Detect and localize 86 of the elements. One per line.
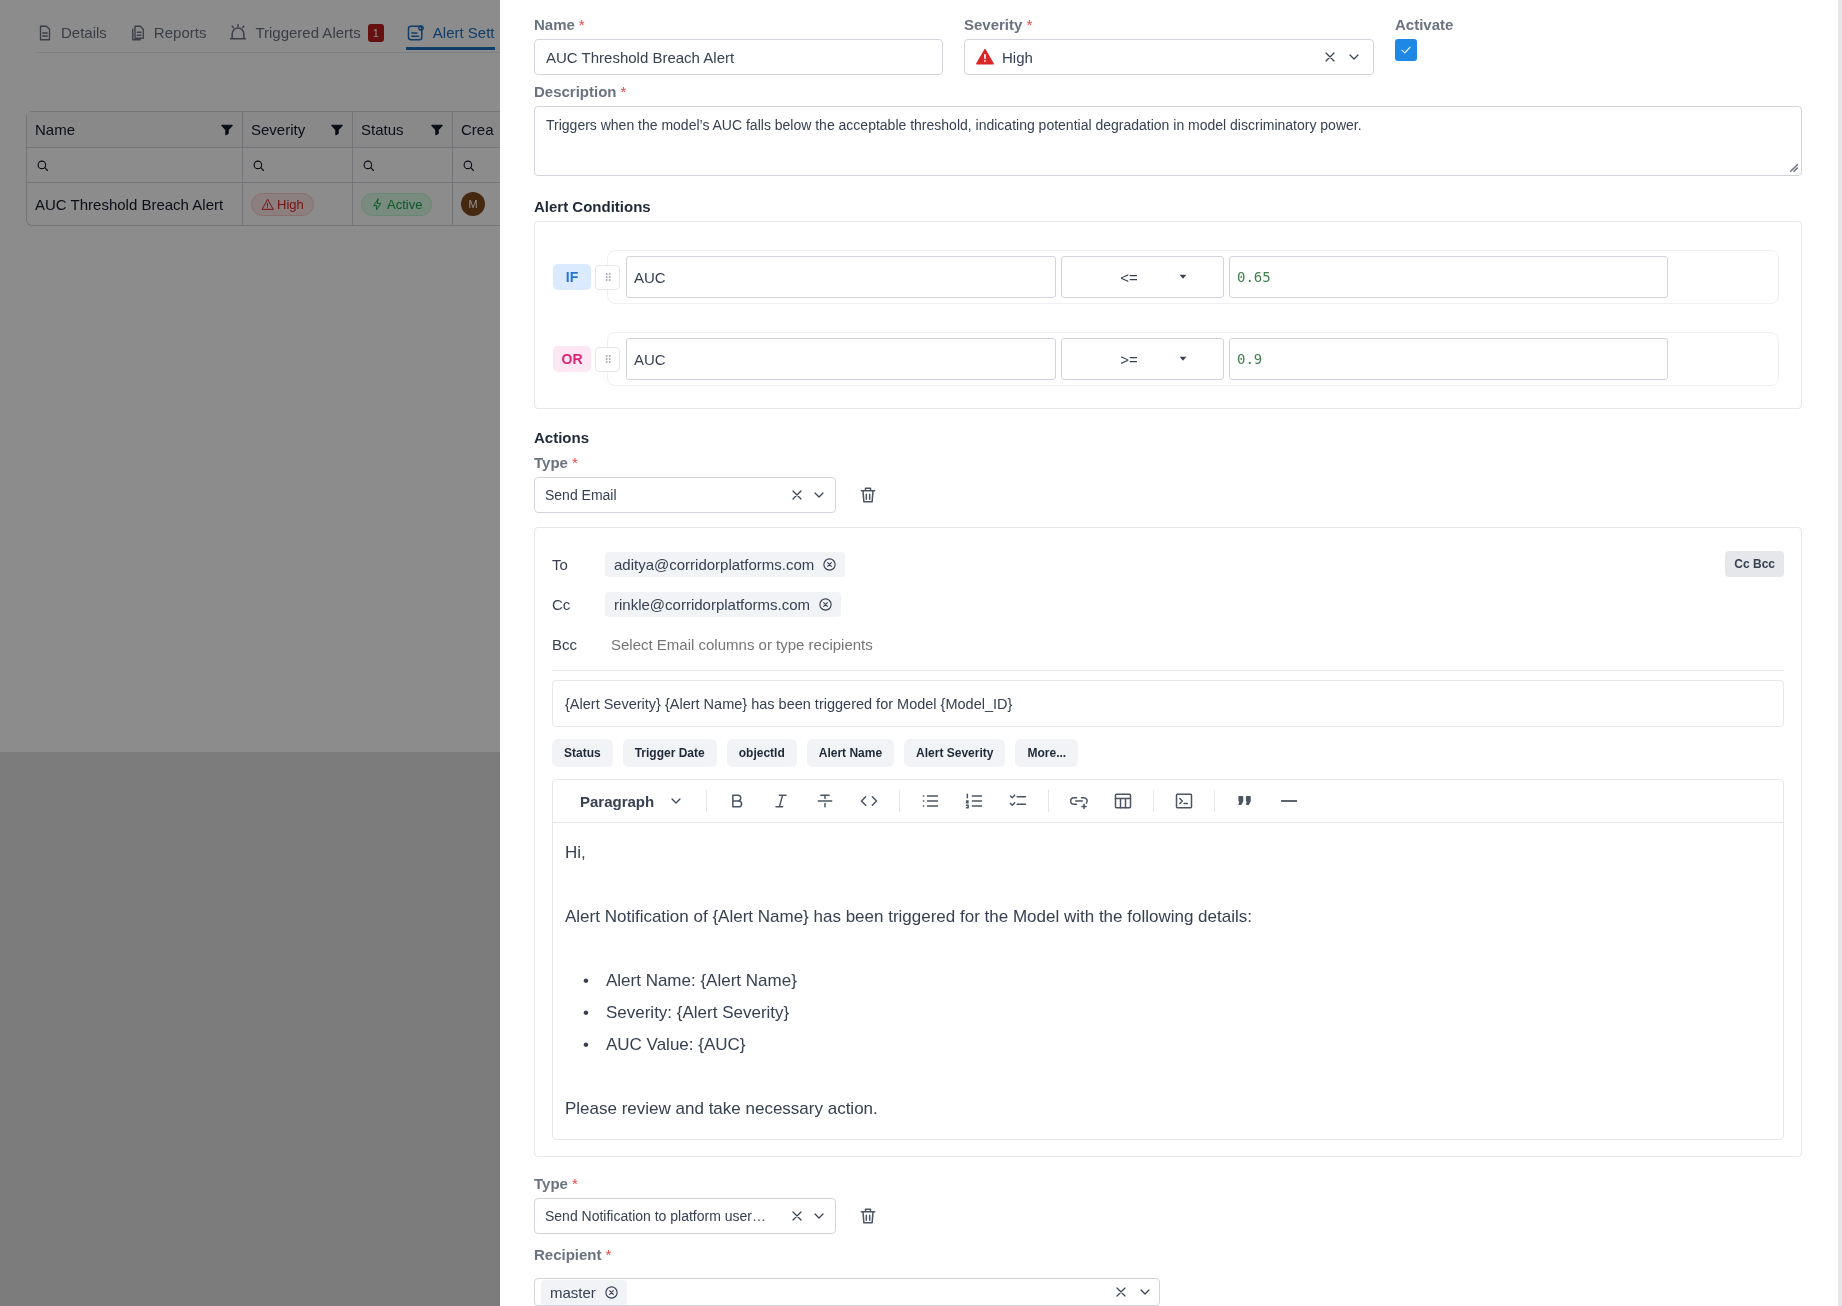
variable-chip[interactable]: More... xyxy=(1015,739,1079,767)
resize-handle-icon xyxy=(1789,163,1799,173)
field-label: Severity xyxy=(964,16,1023,33)
recipient-label: Bcc xyxy=(552,635,578,653)
condition-field-input[interactable]: AUC xyxy=(626,256,1056,298)
required-mark: * xyxy=(571,1175,578,1192)
settings-list-icon xyxy=(405,22,426,43)
activate-checkbox[interactable] xyxy=(1395,39,1417,61)
bullet: • xyxy=(583,970,589,992)
recipient-label: Recipient xyxy=(534,1246,602,1263)
section-title: Actions xyxy=(534,429,590,446)
trash-icon xyxy=(858,1206,878,1226)
recipient-select[interactable]: master xyxy=(534,1278,1160,1306)
remove-icon xyxy=(818,596,834,612)
section-title: Alert Conditions xyxy=(534,198,652,215)
required-mark: * xyxy=(605,1246,612,1263)
type-label: Type xyxy=(534,1175,568,1192)
severity-badge: High xyxy=(251,192,314,216)
column-header: Crea xyxy=(461,121,494,138)
required-mark: * xyxy=(571,454,578,471)
table-icon xyxy=(1113,791,1134,811)
required-mark: * xyxy=(620,83,627,100)
body-list-item: AUC Value: {AUC} xyxy=(605,1034,746,1056)
variable-chip[interactable]: Alert Severity xyxy=(904,739,1006,767)
type-label: Type xyxy=(534,454,568,471)
operator-select[interactable]: <= xyxy=(1061,256,1224,298)
severity-select[interactable]: High xyxy=(964,39,1374,75)
drag-handle-icon[interactable] xyxy=(595,264,620,290)
count-badge: 1 xyxy=(367,23,384,42)
operator-select[interactable]: >= xyxy=(1061,338,1224,380)
recipient-label: To xyxy=(552,555,569,573)
block-style-dropdown[interactable]: Paragraph xyxy=(580,792,685,810)
delete-button[interactable] xyxy=(858,1206,878,1226)
field-label: Description xyxy=(534,83,617,100)
condition-value-input[interactable]: 0.65 xyxy=(1229,256,1668,298)
type-select[interactable]: Send Notification to platform user… xyxy=(534,1198,836,1234)
filter-icon xyxy=(220,122,234,137)
avatar: M xyxy=(461,192,485,216)
bolt-icon xyxy=(371,197,384,211)
recipient-label: Cc xyxy=(552,595,572,613)
variable-chip[interactable]: objectId xyxy=(726,739,797,767)
bullet: • xyxy=(583,1002,589,1024)
trash-icon xyxy=(858,485,878,505)
required-mark: * xyxy=(578,16,585,33)
field-label: Name xyxy=(534,16,575,33)
terminal-icon xyxy=(1174,791,1195,811)
connector-badge: OR xyxy=(553,346,591,372)
numbered-list-icon xyxy=(964,791,985,811)
type-select[interactable]: Send Email xyxy=(534,477,836,513)
email-chip[interactable]: aditya@corridorplatforms.com xyxy=(605,551,846,577)
drag-handle-icon[interactable] xyxy=(595,346,620,372)
bullet: • xyxy=(583,1034,589,1056)
column-header: Name xyxy=(35,121,75,138)
filter-icon xyxy=(430,122,444,137)
horizontal-rule-icon xyxy=(1281,800,1298,802)
required-mark: * xyxy=(1026,16,1033,33)
warning-icon xyxy=(976,48,994,66)
field-label: Activate xyxy=(1395,16,1454,33)
warning-icon xyxy=(261,197,274,211)
variable-chip[interactable]: Alert Name xyxy=(806,739,895,767)
body-paragraph: Please review and take necessary action. xyxy=(565,1098,879,1120)
body-paragraph: Alert Notification of {Alert Name} has been triggered for the Model with the following details: xyxy=(565,906,1253,928)
delete-button[interactable] xyxy=(858,485,878,505)
subject-field[interactable]: {Alert Severity} {Alert Name} has been triggered for Model {Model_ID} xyxy=(552,680,1784,727)
filter-icon xyxy=(330,122,344,137)
condition-field-input[interactable]: AUC xyxy=(626,338,1056,380)
recipient-chip[interactable]: master xyxy=(541,1279,627,1305)
name-field[interactable]: AUC Threshold Breach Alert xyxy=(534,39,943,75)
description-field[interactable]: Triggers when the model’s AUC falls below the acceptable threshold, indicating potential degradation in model discriminatory power. xyxy=(534,106,1802,176)
status-badge: Active xyxy=(361,192,433,216)
variable-chip[interactable]: Trigger Date xyxy=(622,739,717,767)
table-cell: AUC Threshold Breach Alert xyxy=(35,195,224,213)
tab[interactable]: Triggered Alerts 1 xyxy=(228,18,384,50)
body-list-item: Severity: {Alert Severity} xyxy=(605,1002,790,1024)
column-header: Status xyxy=(361,121,404,138)
email-chip[interactable]: rinkle@corridorplatforms.com xyxy=(605,591,842,617)
variable-chip[interactable]: Status xyxy=(552,739,613,767)
column-header: Severity xyxy=(251,121,306,138)
body-list-item: Alert Name: {Alert Name} xyxy=(605,970,797,992)
remove-icon xyxy=(822,556,838,572)
cc-bcc-button[interactable]: Cc Bcc xyxy=(1725,551,1784,577)
bell-icon xyxy=(228,22,249,43)
body-paragraph: Hi, xyxy=(565,842,587,864)
condition-value-input[interactable]: 0.9 xyxy=(1229,338,1668,380)
connector-badge: IF xyxy=(553,264,591,290)
remove-icon xyxy=(603,1284,619,1300)
